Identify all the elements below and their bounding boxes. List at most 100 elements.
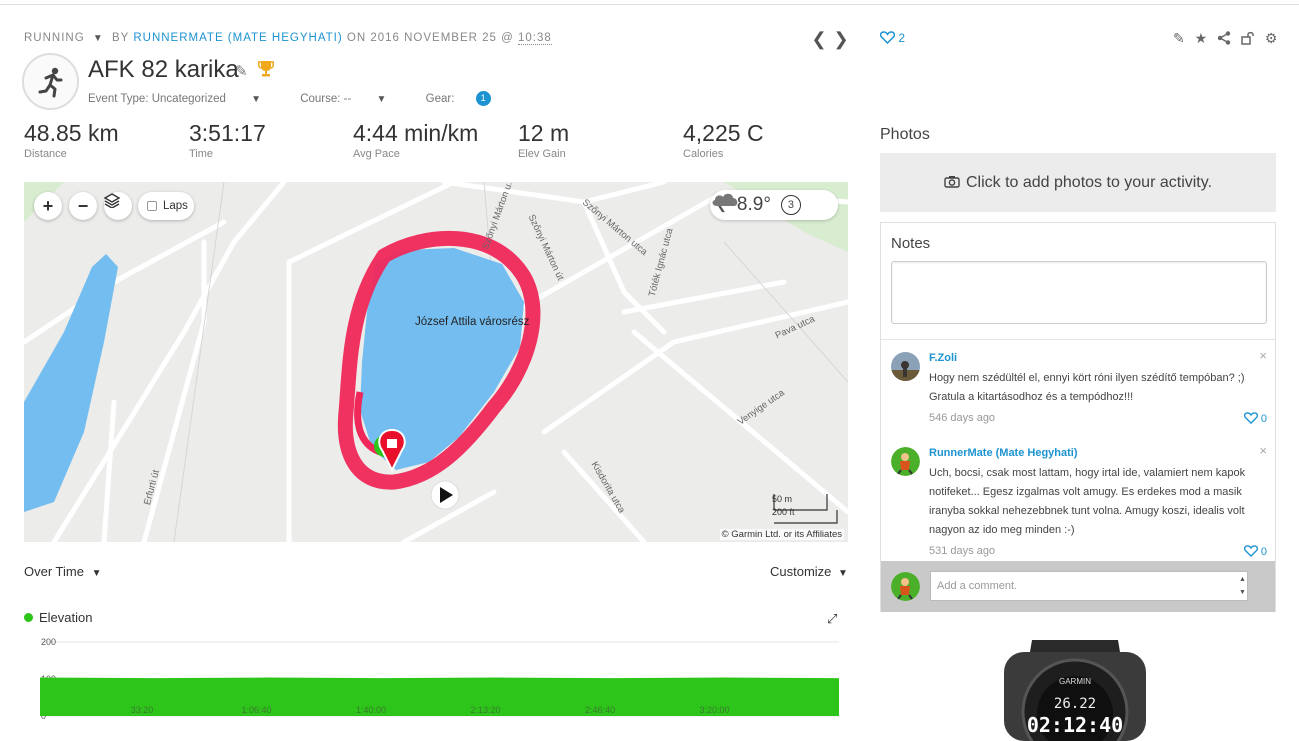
stat-distance: 48.85 km Distance xyxy=(24,120,119,160)
elevation-chart-svg: 200100033:201:06:401:40:002:13:202:46:40… xyxy=(40,637,839,721)
star-icon[interactable]: ★ xyxy=(1195,30,1208,46)
comment-author[interactable]: F.Zoli xyxy=(929,352,957,364)
stat-label: Distance xyxy=(24,148,67,160)
expand-chart-icon[interactable]: ⤢ xyxy=(827,611,837,627)
stat-value: 3:51:17 xyxy=(189,120,266,146)
top-divider xyxy=(0,4,1299,5)
unlock-icon[interactable] xyxy=(1241,30,1259,46)
comment-age: 546 days ago xyxy=(929,412,996,424)
activity-type-label: RUNNING xyxy=(24,32,85,44)
camera-icon xyxy=(944,174,960,192)
elevation-chart[interactable]: 200100033:201:06:401:40:002:13:202:46:40… xyxy=(24,636,844,741)
prev-activity-icon[interactable]: ❮ xyxy=(808,29,830,50)
gear-label: Gear: xyxy=(425,92,455,105)
trophy-icon[interactable] xyxy=(258,60,274,83)
comment-scroll-arrows[interactable]: ▲ ▼ xyxy=(1239,573,1246,599)
add-photos-text: Click to add photos to your activity. xyxy=(965,173,1213,191)
heart-icon xyxy=(1243,545,1258,558)
stat-time: 3:51:17 Time xyxy=(189,120,266,160)
event-type-label: Event Type: Uncategorized xyxy=(88,92,226,105)
activity-nav: ❮ ❯ xyxy=(808,29,852,50)
laps-toggle[interactable]: Laps xyxy=(138,192,194,220)
laps-checkbox[interactable] xyxy=(147,201,157,211)
avatar[interactable] xyxy=(891,352,920,381)
activity-toolbar: ✎ ★ ⚙ xyxy=(1167,30,1277,47)
layers-icon[interactable] xyxy=(104,192,132,220)
stat-value: 4:44 min/km xyxy=(353,120,479,146)
heart-icon xyxy=(1243,412,1258,425)
course-dropdown[interactable]: Course: -- ▼ xyxy=(300,93,404,105)
stat-avg-pace: 4:44 min/km Avg Pace xyxy=(353,120,478,160)
close-icon[interactable]: × xyxy=(1259,443,1267,458)
over-time-label: Over Time xyxy=(24,564,84,579)
x-tick-label: 33:20 xyxy=(131,705,154,715)
add-photos-button[interactable]: Click to add photos to your activity. xyxy=(880,153,1276,212)
comment-item: RunnerMate (Mate Hegyhati) Uch, bocsi, c… xyxy=(891,443,1267,559)
chevron-down-icon: ▼ xyxy=(91,568,102,579)
event-type-dropdown[interactable]: Event Type: Uncategorized ▼ xyxy=(88,93,279,105)
over-time-dropdown[interactable]: Over Time ▼ xyxy=(24,564,102,579)
gear-selector[interactable]: Gear: 1 xyxy=(425,91,509,106)
notes-title: Notes xyxy=(891,235,931,252)
garmin-watch-image[interactable]: GARMIN 26.22 02:12:40 xyxy=(1002,640,1148,741)
running-activity-icon xyxy=(22,53,79,110)
zoom-out-button[interactable]: − xyxy=(69,192,97,220)
elevation-legend-swatch xyxy=(24,613,33,622)
activity-meta-line: RUNNING ▼ BY RUNNERMATE (MATE HEGYHATI) … xyxy=(24,32,552,45)
stat-value: 12 m xyxy=(518,120,570,146)
activity-type-dropdown-icon[interactable]: ▼ xyxy=(93,33,104,44)
x-tick-label: 1:40:00 xyxy=(356,705,386,715)
close-icon[interactable]: × xyxy=(1259,348,1267,363)
share-icon[interactable] xyxy=(1217,30,1235,46)
wind-indicator-icon: 3 xyxy=(780,195,801,215)
stat-label: Avg Pace xyxy=(353,148,400,160)
stat-label: Elev Gain xyxy=(518,148,566,160)
activity-title: AFK 82 karika xyxy=(88,56,239,83)
stat-label: Time xyxy=(189,148,214,160)
notes-textarea[interactable] xyxy=(891,261,1267,324)
stat-value: 4,225 C xyxy=(683,120,764,146)
activity-subrow: Event Type: Uncategorized ▼ Course: -- ▼… xyxy=(88,91,527,106)
scale-feet: 200 ft xyxy=(772,507,795,517)
chevron-down-icon: ▼ xyxy=(838,568,848,579)
comment-like-count: 0 xyxy=(1260,546,1267,558)
map-scale: 50 m 200 ft xyxy=(772,494,795,517)
activity-map[interactable]: + − Laps ❮ 8.9° 3 József Attila városrés… xyxy=(24,182,848,542)
edit-pencil-icon[interactable]: ✎ xyxy=(1173,30,1185,46)
author-link[interactable]: RUNNERMATE (MATE HEGYHATI) xyxy=(133,32,342,44)
map-attribution[interactable]: © Garmin Ltd. or its Affiliates xyxy=(719,529,844,540)
chevron-down-icon: ▼ xyxy=(251,93,261,105)
stat-label: Calories xyxy=(683,148,724,160)
gear-icon[interactable]: ⚙ xyxy=(1265,30,1278,46)
scale-meters: 50 m xyxy=(772,494,793,504)
add-comment-input[interactable]: Add a comment. xyxy=(930,571,1248,601)
weather-widget[interactable]: ❮ 8.9° 3 xyxy=(710,190,838,220)
next-activity-icon[interactable]: ❯ xyxy=(830,29,852,50)
watch-line-2: 02:12:40 xyxy=(1027,713,1123,737)
comment-author[interactable]: RunnerMate (Mate Hegyhati) xyxy=(929,447,1078,459)
add-comment-bar: Add a comment. ▲ ▼ xyxy=(881,561,1275,612)
comment-text: Uch, bocsi, csak most lattam, hogy irtal… xyxy=(929,467,1246,536)
comment-like-button[interactable]: 0 xyxy=(1243,412,1267,425)
temperature: 8.9° xyxy=(736,194,771,215)
x-tick-label: 2:46:40 xyxy=(585,705,615,715)
map-place-label: József Attila városrész xyxy=(415,316,530,328)
by-label: BY xyxy=(111,32,130,44)
elevation-legend[interactable]: Elevation xyxy=(24,610,92,625)
comment-item: F.Zoli Hogy nem szédültél el, ennyi kört… xyxy=(891,348,1267,432)
avatar xyxy=(891,572,920,601)
x-tick-label: 2:13:20 xyxy=(470,705,500,715)
x-tick-label: 3:20:00 xyxy=(699,705,729,715)
zoom-in-button[interactable]: + xyxy=(34,192,62,220)
chevron-down-icon: ▼ xyxy=(376,93,387,105)
heart-icon xyxy=(879,31,898,45)
customize-dropdown[interactable]: Customize ▼ xyxy=(770,564,848,579)
like-button[interactable]: 2 xyxy=(879,31,905,45)
customize-label: Customize xyxy=(770,564,832,579)
comment-like-button[interactable]: 0 xyxy=(1243,545,1267,558)
edit-title-pencil-icon[interactable]: ✎ xyxy=(235,62,248,80)
divider xyxy=(881,339,1275,340)
gear-count-badge: 1 xyxy=(475,91,491,106)
avatar[interactable] xyxy=(891,447,920,476)
watch-line-1: 26.22 xyxy=(1054,696,1096,712)
